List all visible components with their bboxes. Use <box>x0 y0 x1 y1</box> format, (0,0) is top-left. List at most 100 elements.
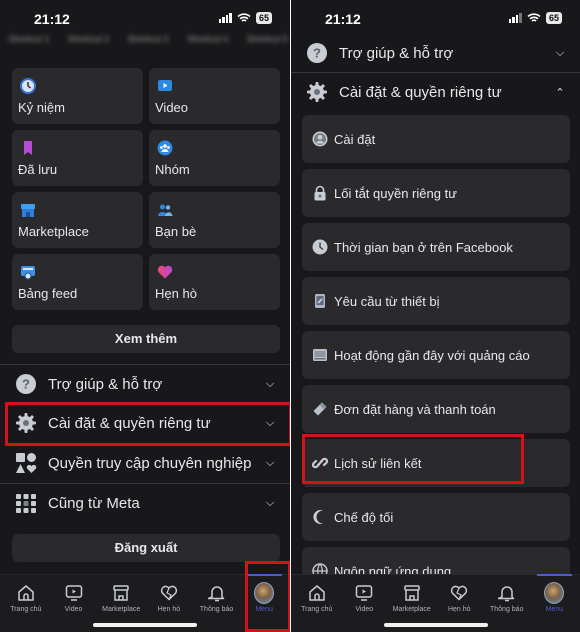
avatar <box>544 582 565 604</box>
tab-dating[interactable]: Hẹn hò <box>436 575 484 621</box>
chevron-down-icon: ⌵ <box>265 377 275 390</box>
battery-indicator: 65 <box>255 12 272 24</box>
tab-home[interactable]: Trang chủ <box>293 575 341 621</box>
tab-marketplace[interactable]: Marketplace <box>388 575 436 621</box>
video-icon <box>354 583 374 603</box>
settings-item-recent-ad-activity[interactable]: Hoạt động gần đây với quảng cáo <box>302 331 570 379</box>
section-help-support[interactable]: ? Trợ giúp & hỗ trợ ⌵ <box>291 34 580 72</box>
shortcut-item[interactable]: Shortcut 1 <box>6 34 52 45</box>
store-icon <box>402 583 422 603</box>
ad-activity-icon <box>312 347 328 363</box>
settings-item-link-history[interactable]: Lịch sử liên kết <box>302 439 570 487</box>
tab-notifications[interactable]: Thông báo <box>193 575 241 621</box>
shortcuts-row-blurred: Shortcut 1 Shortcut 2 Shortcut 3 Shortcu… <box>6 34 290 45</box>
tile-groups[interactable]: Nhóm <box>149 130 280 186</box>
user-circle-icon <box>312 131 328 147</box>
tab-menu[interactable]: Menu <box>240 574 288 621</box>
tile-dating[interactable]: Hẹn hò <box>149 254 280 310</box>
tab-notifications[interactable]: Thông báo <box>483 575 531 621</box>
bell-icon <box>207 583 227 603</box>
bottom-tab-bar: Trang chủ Video Marketplace Hẹn hò Thông… <box>0 574 290 632</box>
tile-memories[interactable]: Kỷ niệm <box>12 68 143 124</box>
settings-item-device-requests[interactable]: Yêu cầu từ thiết bị <box>302 277 570 325</box>
section-settings-privacy[interactable]: Cài đặt & quyền riêng tư ⌃ <box>291 73 580 111</box>
section-also-from-meta[interactable]: Cũng từ Meta ⌵ <box>0 484 290 522</box>
groups-icon <box>157 140 173 156</box>
signal-icon <box>218 13 232 23</box>
heart-icon <box>159 583 179 603</box>
bottom-tab-bar: Trang chủ Video Marketplace Hẹn hò Thông… <box>291 574 580 632</box>
logout-button[interactable]: Đăng xuất <box>12 534 280 562</box>
settings-item-dark-mode[interactable]: Chế độ tối <box>302 493 570 541</box>
home-indicator <box>93 623 197 627</box>
right-screen: 21:12 65 ? Trợ giúp & hỗ trợ ⌵ Cài đặt &… <box>291 0 580 632</box>
wifi-icon <box>527 13 541 22</box>
tab-menu[interactable]: Menu <box>531 574 579 621</box>
battery-indicator: 65 <box>545 12 562 24</box>
gear-icon <box>15 412 37 434</box>
chevron-down-icon: ⌵ <box>265 416 275 429</box>
svg-text:?: ? <box>313 46 321 61</box>
clock-icon <box>20 78 36 94</box>
section-professional-access[interactable]: Quyền truy cập chuyên nghiệp ⌵ <box>0 444 290 482</box>
shortcut-item[interactable]: Shortcut 5 <box>244 34 290 45</box>
status-bar: 21:12 65 <box>291 0 580 36</box>
gear-icon <box>306 81 328 103</box>
settings-item-orders-payments[interactable]: Đơn đặt hàng và thanh toán <box>302 385 570 433</box>
tile-saved[interactable]: Đã lưu <box>12 130 143 186</box>
shortcut-item[interactable]: Shortcut 4 <box>185 34 231 45</box>
settings-item-privacy-shortcuts[interactable]: Lối tắt quyền riêng tư <box>302 169 570 217</box>
video-icon <box>64 583 84 603</box>
chevron-up-icon: ⌃ <box>555 86 565 99</box>
svg-text:?: ? <box>22 377 30 392</box>
avatar <box>254 582 275 604</box>
chevron-down-icon: ⌵ <box>265 456 275 469</box>
feed-icon <box>21 266 35 280</box>
clock-icon <box>312 239 328 255</box>
wifi-icon <box>237 13 251 22</box>
bell-icon <box>497 583 517 603</box>
link-icon <box>312 455 328 471</box>
apps-grid-icon <box>15 492 37 514</box>
store-icon <box>111 583 131 603</box>
help-icon: ? <box>306 42 328 64</box>
signal-icon <box>508 13 522 23</box>
section-help-support[interactable]: ? Trợ giúp & hỗ trợ ⌵ <box>0 365 290 403</box>
status-bar: 21:12 65 <box>0 0 290 36</box>
chevron-down-icon: ⌵ <box>265 496 275 509</box>
clock: 21:12 <box>34 11 70 27</box>
home-icon <box>16 583 36 603</box>
tab-video[interactable]: Video <box>50 575 98 621</box>
shortcut-grid: Kỷ niệm Video Đã lưu Nhóm Marketplace Bạ… <box>12 68 282 310</box>
settings-item-time-on-facebook[interactable]: Thời gian bạn ở trên Facebook <box>302 223 570 271</box>
tile-marketplace[interactable]: Marketplace <box>12 192 143 248</box>
shortcut-item[interactable]: Shortcut 3 <box>125 34 171 45</box>
section-settings-privacy[interactable]: Cài đặt & quyền riêng tư ⌵ <box>0 404 290 442</box>
video-icon <box>158 80 172 91</box>
shortcut-item[interactable]: Shortcut 2 <box>66 34 112 45</box>
tab-video[interactable]: Video <box>341 575 389 621</box>
tile-video[interactable]: Video <box>149 68 280 124</box>
tab-home[interactable]: Trang chủ <box>2 575 50 621</box>
friends-icon <box>158 204 173 216</box>
clock: 21:12 <box>325 11 361 27</box>
settings-item-settings[interactable]: Cài đặt <box>302 115 570 163</box>
moon-icon <box>312 509 328 525</box>
left-screen: 21:12 65 Shortcut 1 Shortcut 2 Shortcut … <box>0 0 290 632</box>
tile-friends[interactable]: Bạn bè <box>149 192 280 248</box>
chevron-down-icon: ⌵ <box>555 46 565 59</box>
home-icon <box>307 583 327 603</box>
home-indicator <box>383 623 488 627</box>
heart-icon <box>449 583 469 603</box>
see-more-button[interactable]: Xem thêm <box>12 325 280 353</box>
store-icon <box>21 204 35 217</box>
tag-icon <box>312 401 328 417</box>
tab-marketplace[interactable]: Marketplace <box>97 575 145 621</box>
tab-dating[interactable]: Hẹn hò <box>145 575 193 621</box>
tile-feeds[interactable]: Bảng feed <box>12 254 143 310</box>
device-icon <box>312 293 328 309</box>
help-icon: ? <box>15 373 37 395</box>
shapes-icon <box>15 452 37 474</box>
heart-icon <box>157 265 173 279</box>
bookmark-icon <box>24 141 32 155</box>
